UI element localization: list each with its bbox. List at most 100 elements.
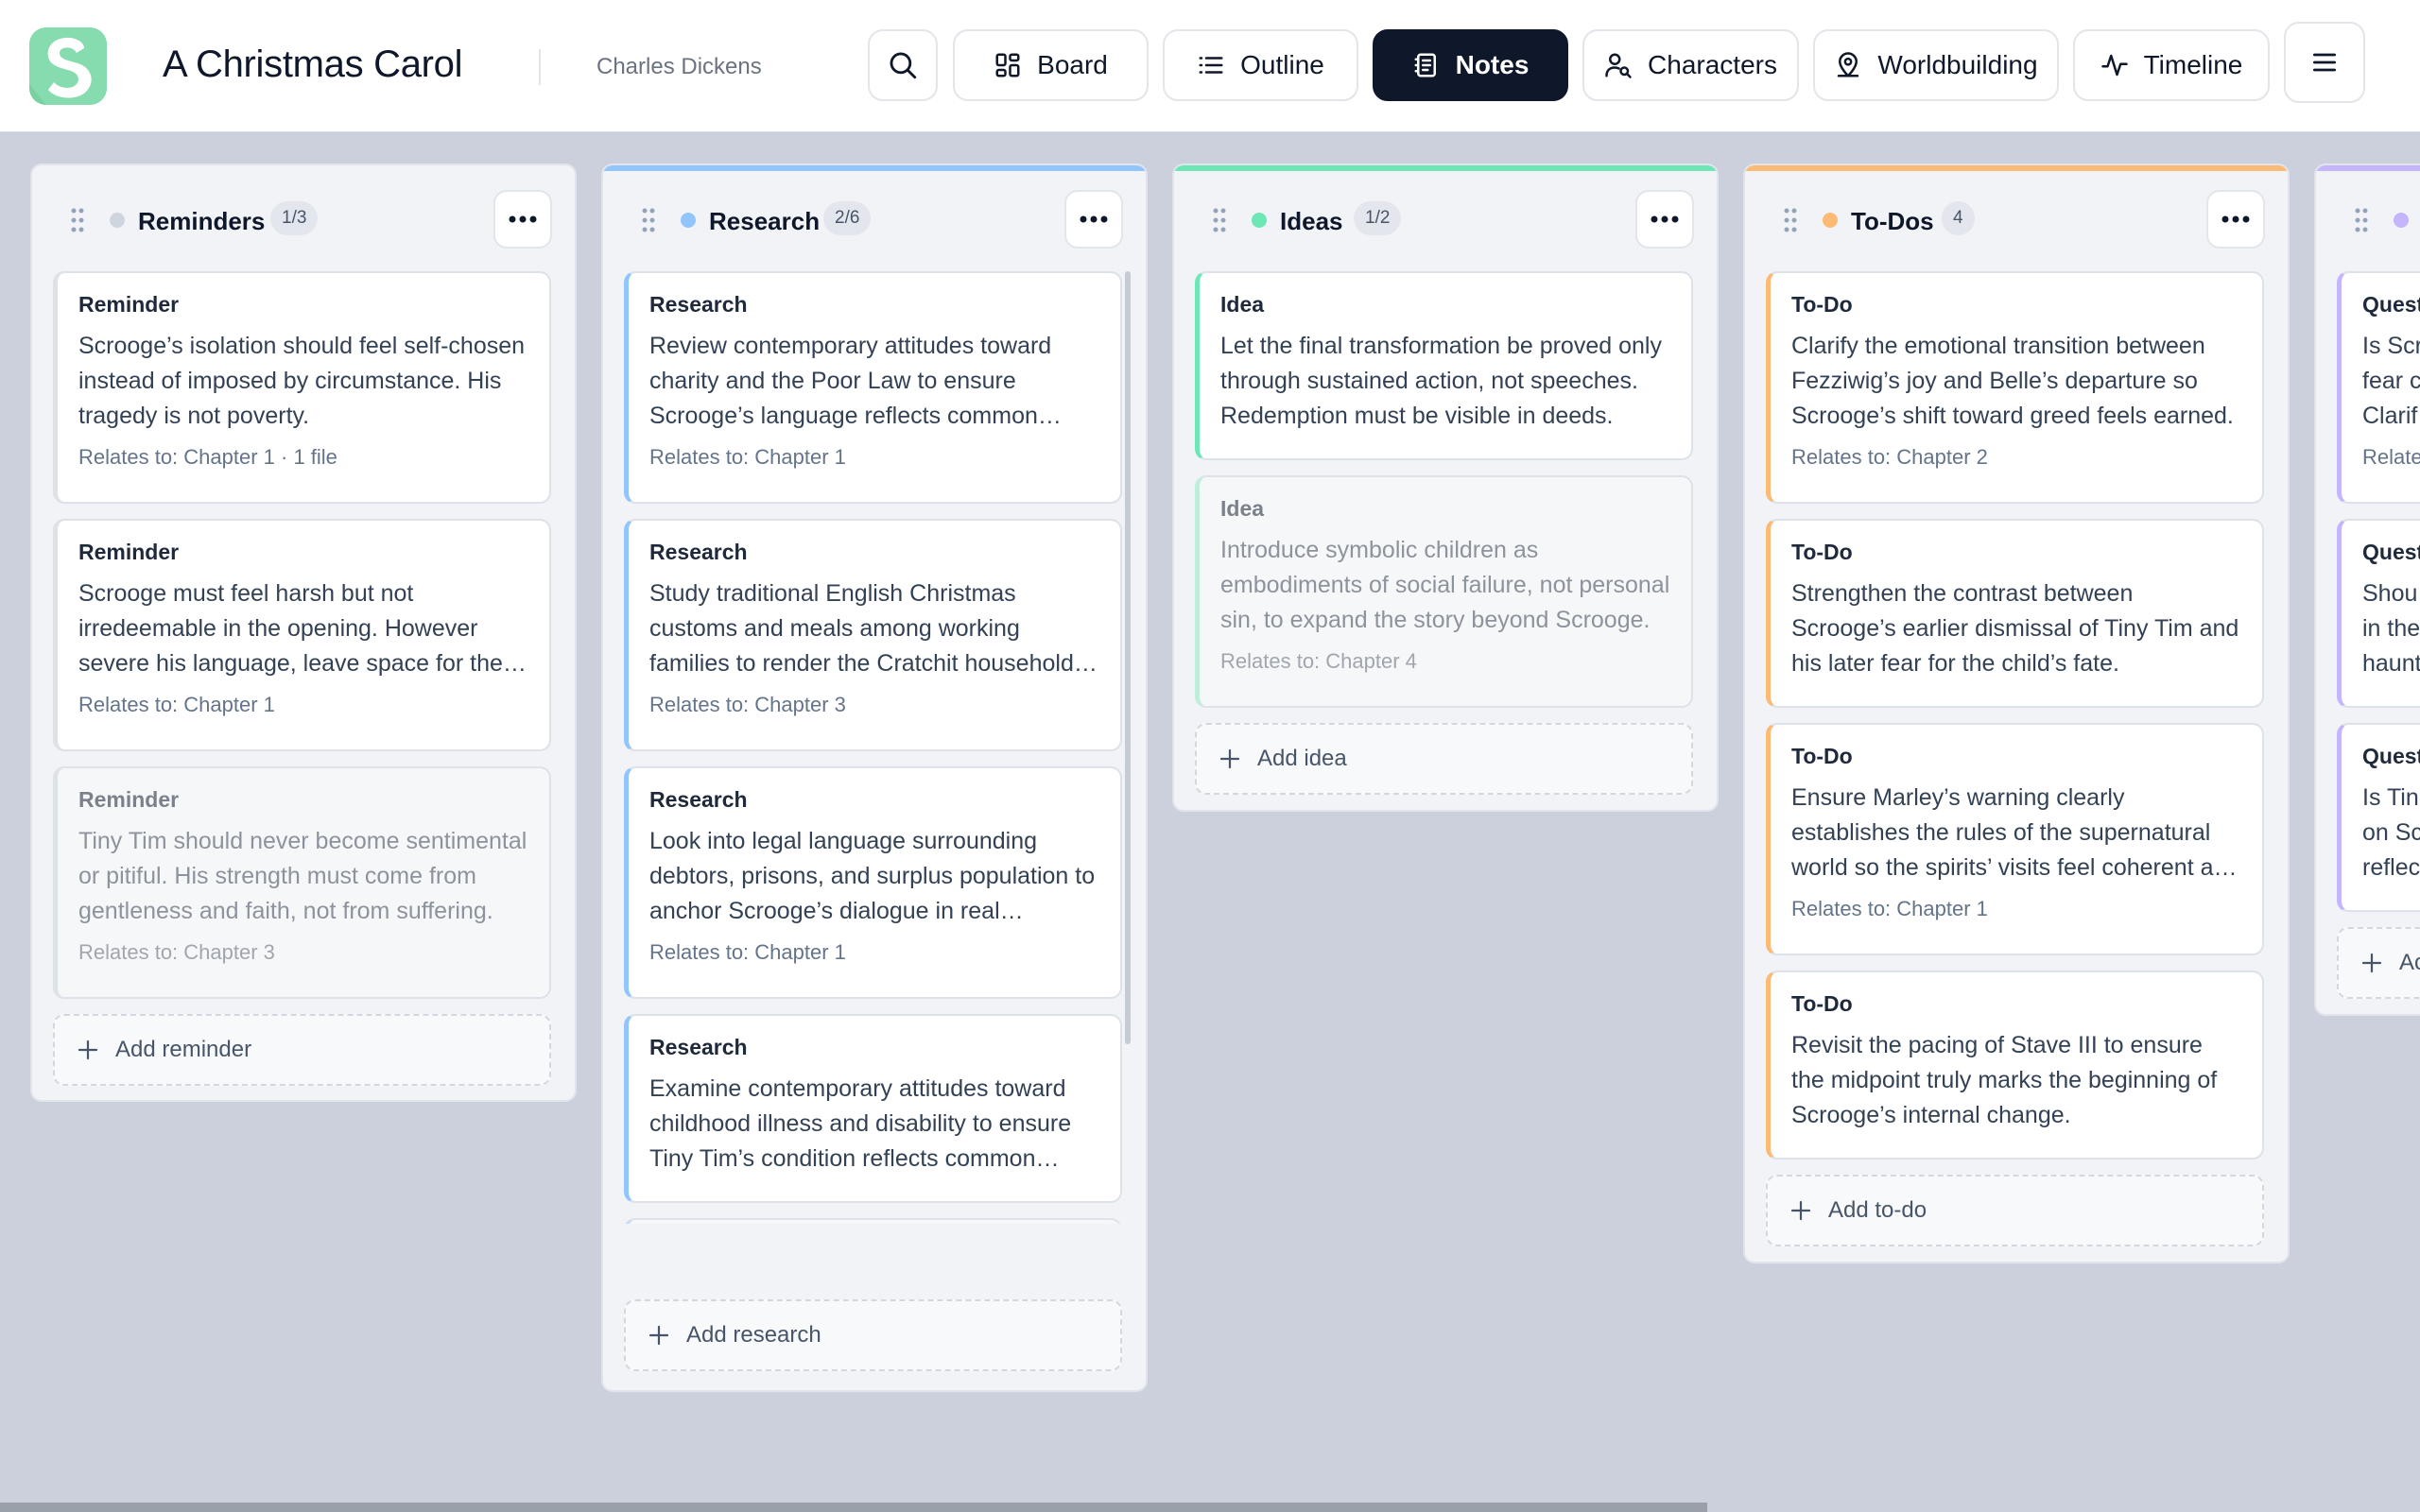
card-relates-to: Relates to: Chapter 1 · 1 file <box>78 445 337 469</box>
card-list: Idea Let the final transformation be pro… <box>1174 271 1717 795</box>
note-card[interactable]: Research Review contemporary attitudes t… <box>624 271 1122 504</box>
card-text: Is Tin on Sc reflec <box>2362 784 2420 881</box>
map-pin-icon <box>1838 52 1859 77</box>
nav-board-button[interactable]: Board <box>953 29 1149 101</box>
card-text: Study traditional English Christmas cust… <box>649 580 1074 677</box>
card-type: Quest <box>2362 292 2420 317</box>
note-card[interactable]: Research Examine contemporary attitudes … <box>624 1014 1122 1203</box>
note-card[interactable]: To-Do Ensure Marley’s warning clearly es… <box>1766 723 2264 955</box>
card-type: To-Do <box>1791 292 1853 317</box>
drag-handle-icon[interactable] <box>70 207 85 233</box>
nav-outline-label: Outline <box>1240 50 1324 79</box>
add-todo-label: Add to-do <box>1828 1197 1927 1223</box>
card-type: Research <box>649 787 748 812</box>
card-relates-to: Relates to: Chapter 2 <box>1791 445 1988 469</box>
card-type: Quest <box>2362 744 2420 768</box>
horizontal-scrollbar[interactable] <box>0 1503 1707 1512</box>
author-name: Charles Dickens <box>596 54 762 79</box>
note-card[interactable]: Quest Shou in the haunt <box>2337 519 2420 708</box>
column-title: To-Dos <box>1851 207 1934 235</box>
note-card[interactable]: Research Study traditional English Chris… <box>624 519 1122 751</box>
card-type: Idea <box>1220 496 1265 521</box>
drag-handle-icon[interactable] <box>1212 207 1227 233</box>
add-idea-button[interactable]: Add idea <box>1195 723 1693 795</box>
column-reminders: Reminders 1/3 Reminder Scrooge’s isolati… <box>30 163 577 1102</box>
column-todos: To-Dos 4 To-Do Clarify the emotional tra… <box>1743 163 2290 1263</box>
column-title: Research <box>709 207 821 235</box>
plus-icon <box>1790 1200 1811 1221</box>
nav-outline-button[interactable]: Outline <box>1163 29 1358 101</box>
card-type: Quest <box>2362 540 2420 564</box>
more-horizontal-icon <box>1651 215 1679 223</box>
card-text: Clarify the emotional transition between… <box>1791 333 2234 429</box>
column-menu-button[interactable] <box>2206 190 2265 249</box>
nav-characters-label: Characters <box>1648 50 1777 79</box>
card-type: To-Do <box>1791 744 1853 768</box>
pulse-icon <box>2100 54 2128 77</box>
hamburger-menu-button[interactable] <box>2284 22 2365 103</box>
more-horizontal-icon <box>2221 215 2250 223</box>
note-card[interactable]: Idea Let the final transformation be pro… <box>1195 271 1693 460</box>
card-type: To-Do <box>1791 991 1853 1016</box>
note-card[interactable]: To-Do Clarify the emotional transition b… <box>1766 271 2264 504</box>
nav-notes-button[interactable]: Notes <box>1373 29 1568 101</box>
card-relates-to: Relates to: Chapter 3 <box>78 940 275 964</box>
card-text: Revisit the pacing of Stave III to ensur… <box>1791 1032 2218 1128</box>
column-color-dot <box>681 213 696 228</box>
card-type: Research <box>649 540 748 564</box>
column-title: Ideas <box>1280 207 1343 235</box>
add-reminder-button[interactable]: Add reminder <box>53 1014 551 1086</box>
note-card[interactable]: Reminder Tiny Tim should never become se… <box>53 766 551 999</box>
column-questions: Quest Is Scr fear c Clarif Relate Quest … <box>2314 163 2420 1016</box>
more-horizontal-icon <box>509 215 537 223</box>
note-card[interactable]: To-Do Strengthen the contrast between Sc… <box>1766 519 2264 708</box>
note-card[interactable]: Reminder Scrooge’s isolation should feel… <box>53 271 551 504</box>
note-card[interactable]: Quest Is Scr fear c Clarif Relate <box>2337 271 2420 504</box>
card-text: Is Scr fear c Clarif <box>2362 333 2420 429</box>
card-text: Look into legal language surrounding deb… <box>649 828 1096 924</box>
card-list: Research Review contemporary attitudes t… <box>603 271 1146 1224</box>
column-count-badge: 2/6 <box>823 201 872 235</box>
note-card[interactable]: Reminder Scrooge must feel harsh but not… <box>53 519 551 751</box>
card-type: Reminder <box>78 540 180 564</box>
column-header <box>2316 165 2420 271</box>
nav-worldbuilding-button[interactable]: Worldbuilding <box>1813 29 2059 101</box>
column-header: Reminders 1/3 <box>32 165 575 271</box>
search-button[interactable] <box>868 29 938 101</box>
card-relates-to: Relate <box>2362 445 2420 469</box>
card-type: Research <box>649 1035 748 1059</box>
add-research-button[interactable]: Add research <box>624 1299 1122 1371</box>
card-type: Research <box>649 292 748 317</box>
drag-handle-icon[interactable] <box>641 207 656 233</box>
card-text: Scrooge must feel harsh but not irredeem… <box>78 580 503 677</box>
column-count-badge: 4 <box>1942 201 1975 235</box>
note-card[interactable]: To-Do Revisit the pacing of Stave III to… <box>1766 971 2264 1160</box>
column-ideas: Ideas 1/2 Idea Let the final transformat… <box>1172 163 1719 812</box>
app-logo-s-icon <box>29 27 107 105</box>
drag-handle-icon[interactable] <box>1783 207 1798 233</box>
more-horizontal-icon <box>1080 215 1108 223</box>
card-relates-to: Relates to: Chapter 1 <box>78 693 275 716</box>
nav-characters-button[interactable]: Characters <box>1582 29 1799 101</box>
card-text: Scrooge’s isolation should feel self-cho… <box>78 333 526 429</box>
search-icon <box>890 52 917 79</box>
nav-timeline-button[interactable]: Timeline <box>2073 29 2270 101</box>
person-search-icon <box>1605 53 1632 78</box>
note-card[interactable]: Idea Introduce symbolic children as embo… <box>1195 475 1693 708</box>
note-card[interactable]: Quest Is Tin on Sc reflec <box>2337 723 2420 912</box>
note-card[interactable]: Research <box>624 1218 1122 1224</box>
app-logo[interactable] <box>29 27 107 105</box>
card-relates-to: Relates to: Chapter 1 <box>1791 897 1988 920</box>
card-text: Tiny Tim should never become sentimental… <box>78 828 527 924</box>
column-research: Research 2/6 Research Review contemporar… <box>601 163 1148 1392</box>
hamburger-icon <box>2313 53 2336 72</box>
note-card[interactable]: Research Look into legal language surrou… <box>624 766 1122 999</box>
add-question-button[interactable]: Ac <box>2337 927 2420 999</box>
column-menu-button[interactable] <box>1635 190 1694 249</box>
column-menu-button[interactable] <box>493 190 552 249</box>
add-todo-button[interactable]: Add to-do <box>1766 1175 2264 1246</box>
card-relates-to: Relates to: Chapter 4 <box>1220 649 1417 673</box>
drag-handle-icon[interactable] <box>2354 207 2369 233</box>
column-menu-button[interactable] <box>1064 190 1123 249</box>
column-count-badge: 1/2 <box>1354 201 1402 235</box>
